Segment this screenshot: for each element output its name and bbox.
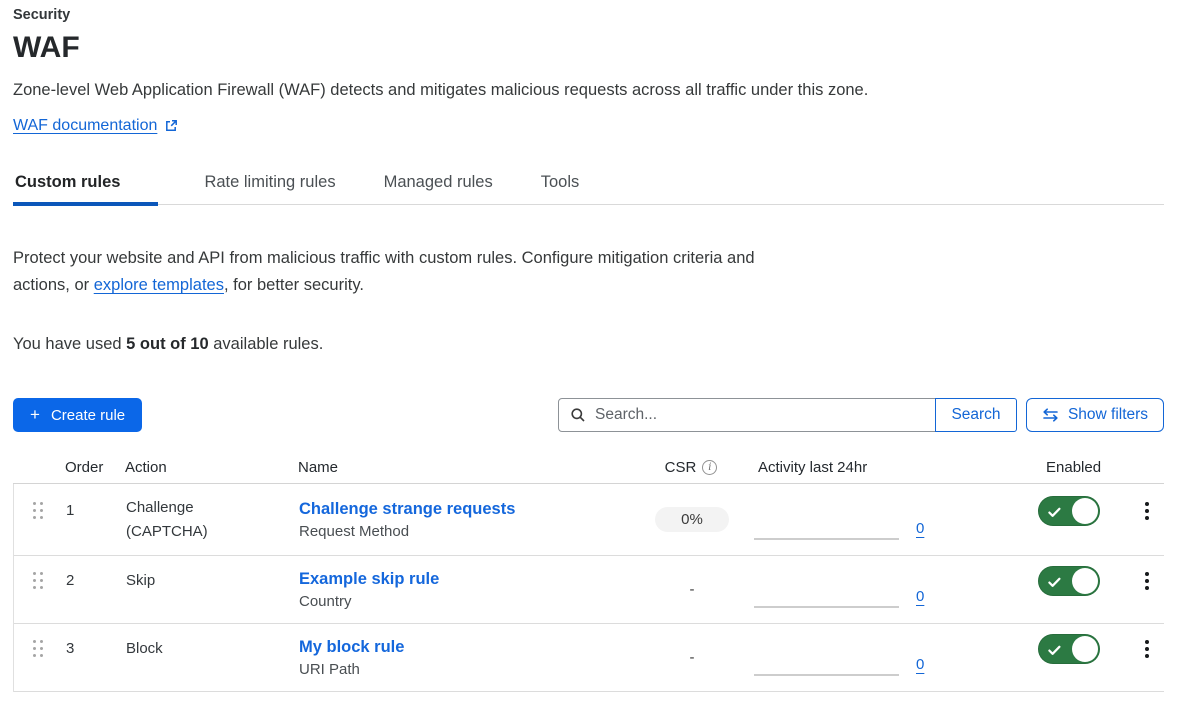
rule-order: 2 [62, 572, 124, 589]
csr-cell: - [690, 649, 695, 666]
table-header-row: Order Action Name CSR i Activity last 24… [13, 451, 1164, 484]
activity-cell: 0 [737, 624, 939, 691]
drag-handle-icon[interactable] [30, 569, 46, 592]
csr-badge: 0% [655, 507, 729, 532]
rule-field: Request Method [299, 523, 647, 540]
drag-handle-icon[interactable] [30, 499, 46, 522]
enabled-cell [939, 634, 1129, 664]
activity-cell: 0 [737, 556, 939, 623]
table-row: 1 Challenge (CAPTCHA) Challenge strange … [14, 484, 1164, 556]
enabled-toggle[interactable] [1038, 566, 1100, 596]
check-icon [1048, 575, 1061, 593]
rule-action: Block [124, 637, 299, 661]
rule-name-link[interactable]: Challenge strange requests [299, 500, 515, 518]
tab-tools[interactable]: Tools [539, 173, 582, 204]
table-row: 2 Skip Example skip rule Country - 0 [14, 556, 1164, 624]
table-row: 3 Block My block rule URI Path - 0 [14, 624, 1164, 692]
header-activity: Activity last 24hr [736, 459, 938, 476]
tab-managed-rules[interactable]: Managed rules [382, 173, 495, 204]
header-csr: CSR i [665, 459, 718, 476]
waf-documentation-link[interactable]: WAF documentation [13, 117, 157, 135]
rules-toolbar: + Create rule Search [13, 398, 1164, 432]
enabled-toggle[interactable] [1038, 496, 1100, 526]
rule-action-line: Skip [126, 569, 299, 593]
rule-name-cell: Example skip rule Country [299, 570, 647, 610]
usage-count: 5 out of 10 [126, 335, 209, 353]
rule-order: 1 [62, 502, 124, 519]
csr-cell: 0% [655, 511, 729, 528]
activity-sparkline [754, 606, 899, 608]
enabled-cell [939, 496, 1129, 526]
rule-field: Country [299, 593, 647, 610]
enabled-toggle[interactable] [1038, 634, 1100, 664]
search-button[interactable]: Search [935, 398, 1017, 432]
header-enabled: Enabled [938, 459, 1128, 476]
csr-cell: - [690, 581, 695, 598]
show-filters-button[interactable]: Show filters [1026, 398, 1164, 432]
rule-name-link[interactable]: My block rule [299, 638, 404, 656]
usage-after: available rules. [209, 335, 324, 353]
rule-action-line: Challenge [126, 496, 299, 520]
enabled-cell [939, 566, 1129, 596]
rule-action-line: (CAPTCHA) [126, 520, 299, 544]
create-rule-button[interactable]: + Create rule [13, 398, 142, 432]
tab-bar: Custom rules Rate limiting rules Managed… [13, 173, 1164, 205]
breadcrumb: Security [13, 7, 1164, 23]
check-icon [1048, 505, 1061, 523]
intro-text-after: , for better security. [224, 276, 364, 294]
check-icon [1048, 643, 1061, 661]
rule-action: Challenge (CAPTCHA) [124, 496, 299, 544]
csr-empty-value: - [690, 649, 695, 666]
activity-count-link[interactable]: 0 [916, 588, 924, 605]
explore-templates-link[interactable]: explore templates [94, 276, 224, 294]
usage-text: You have used 5 out of 10 available rule… [13, 335, 1164, 354]
activity-cell: 0 [737, 484, 939, 555]
rule-action: Skip [124, 569, 299, 593]
activity-sparkline [754, 538, 899, 540]
rule-field: URI Path [299, 661, 647, 678]
usage-before: You have used [13, 335, 126, 353]
header-action: Action [123, 459, 298, 476]
toggle-knob [1072, 568, 1098, 594]
page-title: WAF [13, 31, 1164, 65]
rule-name-link[interactable]: Example skip rule [299, 570, 439, 588]
activity-sparkline [754, 674, 899, 676]
header-name: Name [298, 459, 646, 476]
toggle-knob [1072, 636, 1098, 662]
kebab-menu-icon[interactable] [1139, 569, 1155, 593]
table-body: 1 Challenge (CAPTCHA) Challenge strange … [13, 484, 1164, 692]
activity-count-link[interactable]: 0 [916, 520, 924, 537]
rule-name-cell: Challenge strange requests Request Metho… [299, 500, 647, 540]
external-link-icon [164, 119, 178, 133]
tab-rate-limiting-rules[interactable]: Rate limiting rules [202, 173, 337, 204]
csr-empty-value: - [690, 581, 695, 598]
activity-count-link[interactable]: 0 [916, 656, 924, 673]
info-icon[interactable]: i [702, 460, 717, 475]
header-csr-label: CSR [665, 459, 697, 476]
header-order: Order [61, 459, 123, 476]
tab-custom-rules[interactable]: Custom rules [13, 173, 158, 204]
toggle-knob [1072, 498, 1098, 524]
drag-handle-icon[interactable] [30, 637, 46, 660]
rule-action-line: Block [126, 637, 299, 661]
search-input[interactable] [558, 398, 936, 432]
plus-icon: + [30, 406, 40, 423]
rule-order: 3 [62, 640, 124, 657]
kebab-menu-icon[interactable] [1139, 499, 1155, 523]
rule-name-cell: My block rule URI Path [299, 638, 647, 678]
create-rule-label: Create rule [51, 407, 125, 424]
kebab-menu-icon[interactable] [1139, 637, 1155, 661]
page-description: Zone-level Web Application Firewall (WAF… [13, 81, 1164, 100]
waf-page: Security WAF Zone-level Web Application … [0, 0, 1177, 692]
show-filters-label: Show filters [1068, 406, 1148, 424]
filters-icon [1042, 408, 1059, 422]
rules-table: Order Action Name CSR i Activity last 24… [13, 451, 1164, 692]
intro-text: Protect your website and API from malici… [13, 245, 755, 299]
